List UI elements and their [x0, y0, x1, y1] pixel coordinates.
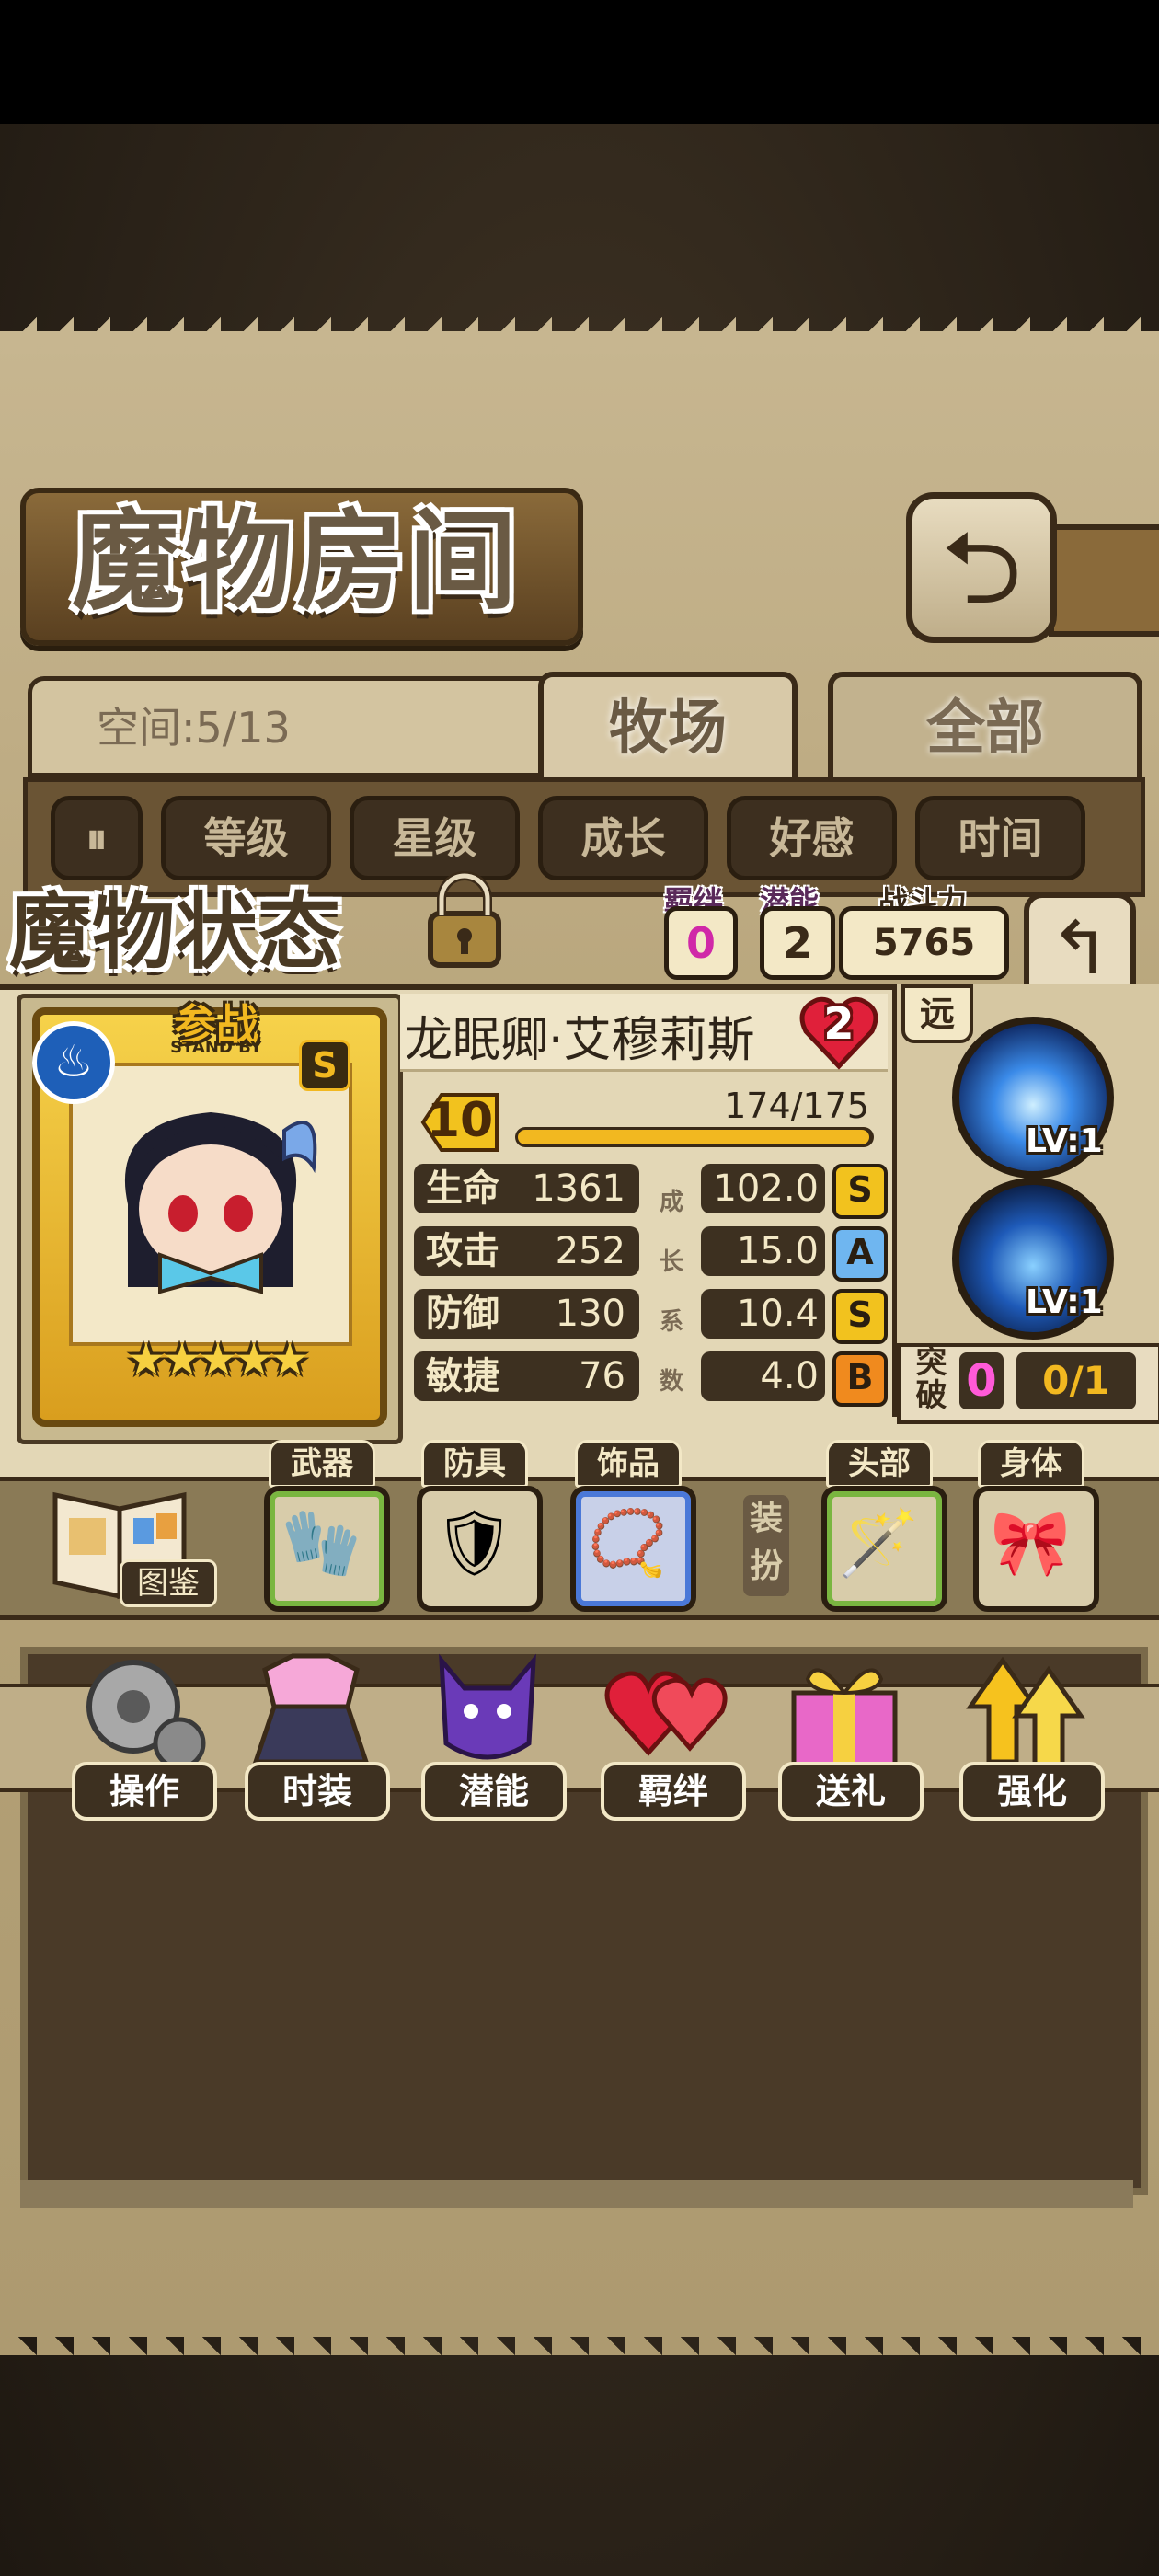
glove-icon: 🧤: [281, 1505, 362, 1581]
growth-value: 4.0: [760, 1355, 819, 1397]
slot-label-armor: 防具: [421, 1440, 528, 1488]
necklace-icon: 📿: [587, 1505, 669, 1581]
slot-label-head: 头部: [826, 1440, 933, 1488]
growth-grade: S: [832, 1164, 888, 1219]
potential-value: 2: [760, 906, 835, 980]
monster-portrait: [69, 1063, 352, 1346]
growth-label-char: 系: [659, 1308, 683, 1336]
bond-level: 2: [823, 998, 855, 1050]
back-button-strip: [1049, 524, 1159, 637]
stat-value: 252: [555, 1230, 625, 1272]
stat-label: 敏捷: [426, 1355, 499, 1397]
growth-grade: S: [832, 1289, 888, 1344]
heart-icon[interactable]: [593, 1642, 740, 1780]
growth-value: 10.4: [736, 1293, 819, 1335]
panel-edge-top: [0, 317, 1159, 354]
bow-icon: 🎀: [990, 1505, 1072, 1581]
sort-affection[interactable]: 好感: [727, 796, 897, 880]
slot-label-body: 身体: [978, 1440, 1084, 1488]
stat-label: 攻击: [426, 1230, 499, 1272]
list-bottom-bar: [20, 2180, 1133, 2208]
sort-growth[interactable]: 成长: [538, 796, 708, 880]
action-label-gift[interactable]: 送礼: [778, 1762, 924, 1821]
growth-grade: A: [832, 1226, 888, 1282]
tab-all[interactable]: 全部: [828, 672, 1142, 786]
slot-label-accessory: 饰品: [575, 1440, 682, 1488]
star-rating: ★★★★★: [126, 1334, 309, 1386]
stat-label: 生命: [426, 1167, 499, 1210]
breakthrough-count: 0: [959, 1352, 1004, 1409]
action-label-fashion[interactable]: 时装: [245, 1762, 390, 1821]
action-label-potential[interactable]: 潜能: [421, 1762, 567, 1821]
upgrade-arrow-icon[interactable]: [952, 1642, 1099, 1780]
panel-edge-bottom: [0, 2318, 1159, 2355]
dress-up-label: 装扮: [743, 1495, 789, 1596]
standby-banner-sub: STAND BY: [170, 1038, 262, 1057]
growth-label-char: 成: [659, 1189, 683, 1216]
page-title: 魔物房间: [71, 498, 521, 625]
action-label-enhance[interactable]: 强化: [959, 1762, 1105, 1821]
skill-2-level: LV:1: [1026, 1283, 1103, 1321]
monster-portrait-art: [124, 1112, 317, 1294]
stat-value: 1361: [532, 1167, 625, 1210]
stat-label: 防御: [426, 1293, 499, 1335]
lock-icon[interactable]: [414, 869, 515, 971]
rank-badge: S: [299, 1040, 350, 1091]
stat-value: 130: [555, 1293, 625, 1335]
tab-ranch[interactable]: 牧场: [538, 672, 798, 786]
growth-grade: B: [832, 1351, 888, 1407]
growth-label-char: 数: [659, 1368, 683, 1396]
return-arrow-icon: ⮌: [940, 509, 1023, 627]
sort-time[interactable]: 时间: [915, 796, 1085, 880]
growth-label-char: 长: [659, 1248, 683, 1276]
gift-icon[interactable]: [771, 1642, 918, 1780]
return-arrow-icon: ↰: [1049, 905, 1111, 991]
potential-icon[interactable]: [414, 1642, 561, 1780]
action-label-bond[interactable]: 羁绊: [601, 1762, 746, 1821]
monster-name: 龙眠卿·艾穆莉斯: [405, 1013, 755, 1068]
status-bar-area: [0, 0, 1159, 124]
range-tag: 远: [901, 984, 973, 1043]
skill-1-level: LV:1: [1026, 1122, 1103, 1160]
growth-value: 102.0: [713, 1167, 819, 1210]
exp-bar-fill: [518, 1130, 869, 1144]
breakthrough-label: 突破: [915, 1344, 947, 1414]
action-label-operate[interactable]: 操作: [72, 1762, 217, 1821]
armor-icon: 🛡: [433, 1505, 515, 1581]
back-button[interactable]: ⮌: [906, 492, 1057, 643]
wand-icon: 🪄: [838, 1505, 920, 1581]
pause-icon: ⏸: [86, 813, 108, 863]
status-title: 魔物状态: [9, 884, 340, 981]
outfit-icon[interactable]: [237, 1642, 384, 1780]
exp-text: 174/175: [724, 1086, 869, 1126]
bond-value: 0: [664, 906, 738, 980]
water-icon: ♨: [32, 1021, 115, 1104]
space-count: 空间:5/13: [97, 703, 291, 753]
growth-value: 15.0: [736, 1230, 819, 1272]
breakthrough-progress: 0/1: [1016, 1352, 1136, 1409]
stat-value: 76: [579, 1355, 625, 1397]
encyclopedia-label: 图鉴: [120, 1559, 217, 1607]
slot-label-weapon: 武器: [269, 1440, 375, 1488]
power-value: 5765: [839, 906, 1009, 980]
level-value: 10: [426, 1093, 494, 1148]
sort-star[interactable]: 星级: [350, 796, 520, 880]
gear-icon[interactable]: [64, 1642, 212, 1780]
